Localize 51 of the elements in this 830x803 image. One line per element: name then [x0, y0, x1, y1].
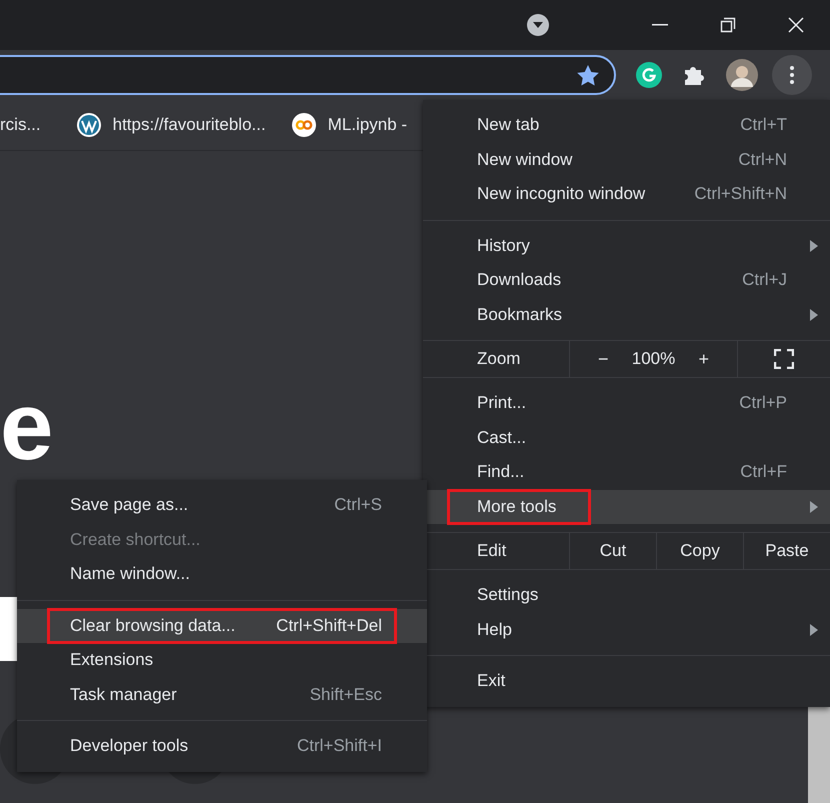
avatar-icon[interactable]: [726, 59, 758, 91]
dropdown-icon[interactable]: [527, 14, 549, 36]
menu-item[interactable]: Downloads Ctrl+J: [423, 263, 830, 298]
close-icon[interactable]: [788, 17, 804, 33]
menu-item[interactable]: Clear browsing data... Ctrl+Shift+Del: [17, 608, 427, 643]
shortcut-label: Ctrl+Shift+N: [694, 184, 787, 204]
star-icon[interactable]: [577, 64, 599, 86]
bookmark[interactable]: ML.ipynb -: [292, 113, 408, 137]
shortcut-label: Ctrl+F: [740, 462, 787, 482]
edit-action-button[interactable]: Paste: [743, 533, 830, 569]
colab-icon: [292, 113, 316, 137]
menu-label: Zoom: [477, 349, 522, 369]
zoom-in-button[interactable]: +: [694, 348, 713, 370]
zoom-out-button[interactable]: −: [594, 348, 613, 370]
edit-action-button[interactable]: Copy: [656, 533, 743, 569]
heading-text: e: [0, 379, 54, 475]
submenu-arrow-icon: [810, 624, 818, 636]
edit-action-button[interactable]: Cut: [569, 533, 656, 569]
wordpress-icon: [76, 113, 101, 137]
menu-item[interactable]: Developer tools Ctrl+Shift+I: [17, 729, 427, 764]
menu-item[interactable]: New incognito window Ctrl+Shift+N: [423, 177, 830, 212]
bookmark[interactable]: rcis...: [0, 115, 41, 135]
shortcut-label: Ctrl+J: [742, 270, 787, 290]
puzzle-icon[interactable]: [683, 64, 705, 86]
submenu-arrow-icon: [810, 240, 818, 252]
address-field[interactable]: [0, 55, 616, 95]
shortcut-label: Ctrl+Shift+I: [296, 736, 382, 756]
submenu-arrow-icon: [810, 500, 818, 513]
restore-icon[interactable]: [720, 17, 736, 33]
menu-label: Edit: [477, 541, 508, 561]
submenu-arrow-icon: [810, 308, 818, 321]
shortcut-label: Ctrl+Shift+Del: [276, 616, 382, 636]
shortcut-label: Shift+Esc: [310, 684, 382, 705]
shortcut-label: Ctrl+T: [740, 115, 787, 136]
shortcut-label: Ctrl+P: [739, 393, 787, 414]
minimize-icon[interactable]: [652, 24, 668, 26]
menu-item[interactable]: Cast...: [423, 420, 830, 455]
shortcut-label: Ctrl+N: [738, 150, 787, 170]
menu-item[interactable]: Find... Ctrl+F: [423, 455, 830, 490]
menu-item[interactable]: New window Ctrl+N: [423, 142, 830, 177]
menu-item[interactable]: New tab Ctrl+T: [423, 108, 830, 142]
shortcut-label: Ctrl+S: [334, 495, 382, 516]
zoom-value: 100%: [632, 349, 676, 369]
menu-button[interactable]: [772, 55, 812, 95]
menu-item[interactable]: History: [423, 228, 830, 263]
menu-item[interactable]: Print... Ctrl+P: [423, 386, 830, 420]
more-vertical-icon: [790, 66, 794, 84]
menu-item[interactable]: Bookmarks: [423, 298, 830, 332]
bookmark[interactable]: https://favouriteblo...: [76, 113, 266, 137]
fullscreen-icon[interactable]: [774, 349, 794, 369]
grammar-extension-icon[interactable]: [636, 62, 662, 88]
